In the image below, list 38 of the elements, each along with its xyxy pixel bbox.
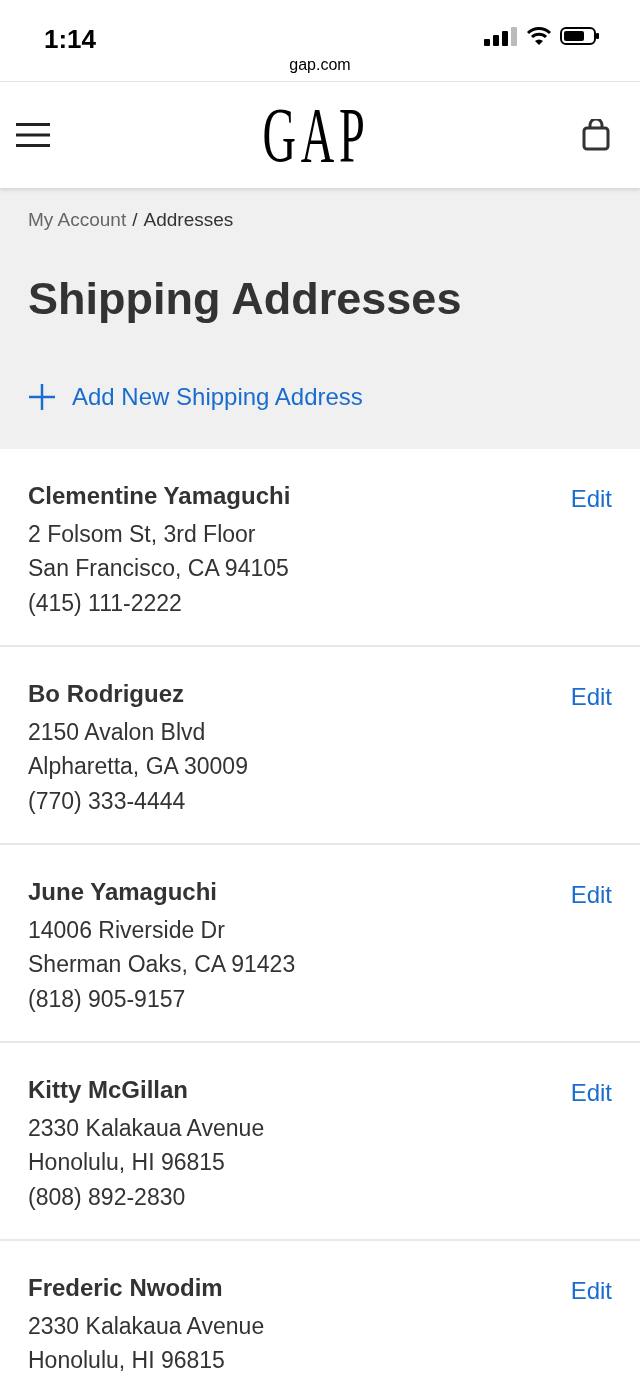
address-line: Sherman Oaks, CA 91423 <box>28 950 296 980</box>
address-name: Frederic Nwodim <box>28 1272 224 1303</box>
address-line: 2330 Kalakaua Avenue <box>28 1311 265 1341</box>
edit-link[interactable]: Edit <box>570 480 612 517</box>
address-name: Clementine Yamaguchi <box>28 480 291 511</box>
edit-link[interactable]: Edit <box>570 1074 612 1111</box>
battery-icon <box>560 26 600 46</box>
breadcrumb-link[interactable]: My Account <box>28 206 127 235</box>
edit-link[interactable]: Edit <box>570 1272 612 1309</box>
address-line: 2 Folsom St, 3rd Floor <box>28 519 257 549</box>
signal-icon <box>484 26 518 46</box>
address-line: (818) 905-9157 <box>28 984 187 1014</box>
brand-logo[interactable]: GAP <box>262 95 370 175</box>
edit-link[interactable]: Edit <box>570 876 612 913</box>
address-line: 2150 Avalon Blvd <box>28 717 207 747</box>
plus-icon <box>28 382 56 411</box>
breadcrumb-link[interactable]: Addresses <box>143 206 234 235</box>
address-line: Alpharetta, GA 30009 <box>28 752 248 782</box>
address-line: San Francisco, CA 94105 <box>28 554 290 584</box>
address-name: June Yamaguchi <box>28 876 218 907</box>
address-line: Honolulu, HI 96815 <box>28 1346 226 1376</box>
address-line: 2330 Kalakaua Avenue <box>28 1113 265 1143</box>
page-title: Shipping Addresses <box>28 271 463 326</box>
address-name: Kitty McGillan <box>28 1074 190 1105</box>
address-name: Bo Rodriguez <box>28 678 185 709</box>
address-line: 14006 Riverside Dr <box>28 915 226 945</box>
address-line: Honolulu, HI 96815 <box>28 1148 226 1178</box>
address-line: (415) 111-2222 <box>28 588 183 618</box>
address-line: (770) 333-4444 <box>28 786 187 816</box>
wifi-icon <box>526 26 552 46</box>
address-line: (808) 892-2830 <box>28 1182 187 1212</box>
shopping-bag-icon[interactable] <box>582 119 610 151</box>
add-address-link[interactable]: Add New Shipping Address <box>28 378 363 415</box>
url-text: gap.com <box>288 55 352 75</box>
status-time: 1:14 <box>44 23 97 56</box>
edit-link[interactable]: Edit <box>570 678 612 715</box>
breadcrumb-separator: / <box>132 208 138 232</box>
menu-icon[interactable] <box>16 122 50 148</box>
